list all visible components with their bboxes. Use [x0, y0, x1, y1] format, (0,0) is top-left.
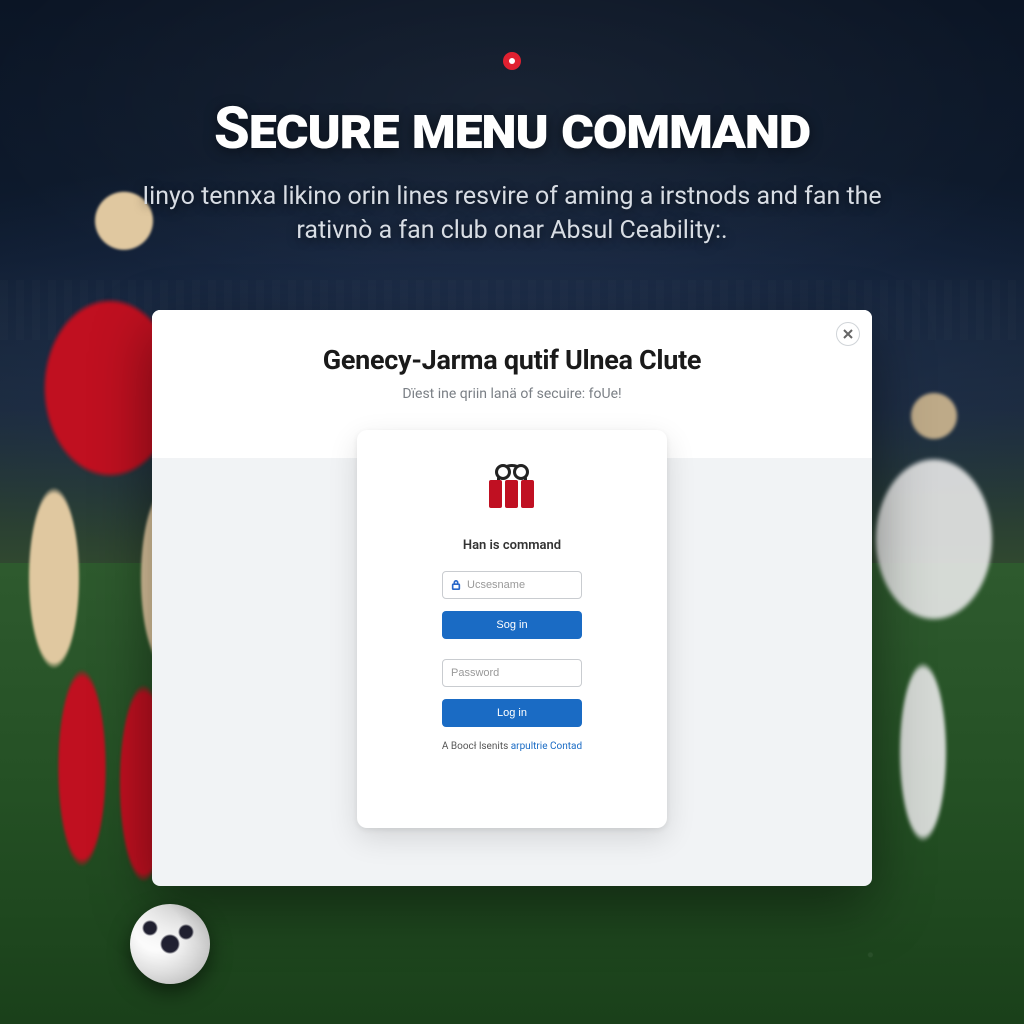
hero-badge-icon [503, 52, 521, 70]
modal-subtitle: Dïest ine qriin lanä of secuire: foUe! [152, 386, 872, 402]
footer-prefix: A Boocł lsenits [442, 741, 511, 752]
close-button[interactable] [836, 322, 860, 346]
password-field-wrap[interactable] [442, 659, 582, 687]
signin-button[interactable]: Sog in [442, 611, 582, 639]
gift-logo-icon [489, 464, 535, 508]
login-modal: Genecy-Jarma qutif Ulnea Clute Dïest ine… [152, 310, 872, 886]
modal-title: Genecy-Jarma qutif Ulnea Clute [152, 344, 872, 376]
password-input[interactable] [451, 667, 573, 679]
hero-title: Secure menu command [0, 95, 1024, 163]
login-button[interactable]: Log in [442, 699, 582, 727]
lock-icon [451, 580, 461, 590]
footer-link[interactable]: arpultrie Contad [511, 741, 582, 752]
close-icon [843, 329, 853, 339]
login-card: Han is command Sog in Log in A Boocł lse… [357, 430, 667, 828]
username-field-wrap[interactable] [442, 571, 582, 599]
card-footer: A Boocł lsenits arpultrie Contad [399, 741, 625, 752]
soccer-ball-graphic [130, 904, 210, 984]
username-input[interactable] [467, 579, 573, 591]
card-label: Han is command [399, 538, 625, 553]
hero-subtitle: Iinyo tennxa likino orin lines resvire o… [120, 180, 904, 248]
